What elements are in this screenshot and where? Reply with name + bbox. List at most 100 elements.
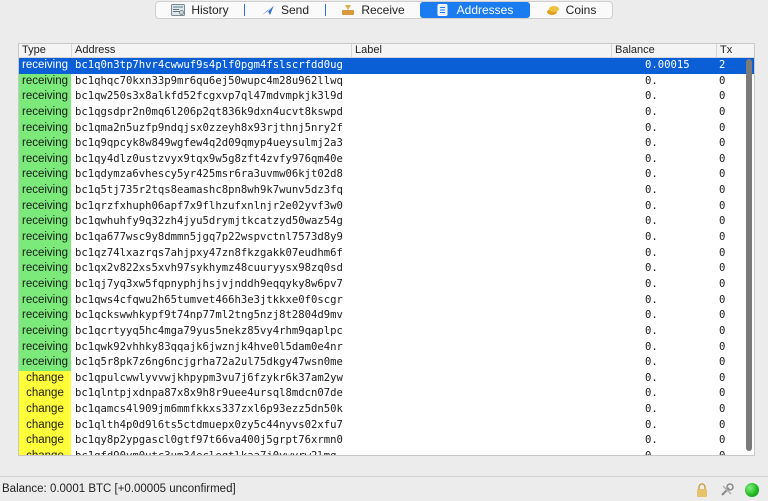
row-label [355, 136, 605, 152]
row-balance: 0. [645, 137, 658, 150]
row-tx-count: 0 [719, 184, 726, 197]
table-row[interactable]: receiving bc1q5r8pk7z6ng6ncjgrha72a2ul75d… [19, 355, 754, 371]
row-tx-count: 0 [719, 434, 726, 447]
row-label [355, 293, 605, 309]
row-address: bc1q5r8pk7z6ng6ncjgrha72a2ul75dkgy47wsn0… [75, 356, 343, 369]
table-row[interactable]: receiving bc1qws4cfqwu2h65tumvet466h3e3jt… [19, 292, 754, 309]
row-label [355, 308, 605, 324]
table-row[interactable]: receiving bc1qdymza6vhescy5yr425msr6ra3uv… [19, 167, 754, 184]
tab-history-label: History [191, 3, 229, 17]
table-row[interactable]: receiving bc1q9qpcyk8w849wgfew4q2d09qmyp4… [19, 136, 754, 152]
column-header-type[interactable]: Type [19, 44, 71, 57]
vertical-scrollbar[interactable] [746, 59, 752, 451]
table-row[interactable]: change bc1qfd90ym0utc3um34ecleqtlkaa7j0yw… [19, 449, 754, 455]
table-body: receiving bc1q0n3tp7hvr4cwwuf9s4plf0pgm4f… [19, 58, 754, 455]
row-label [355, 230, 605, 246]
row-type: change [19, 370, 71, 387]
table-row[interactable]: change bc1qy8p2ypgascl0gtf97t66va400j5grp… [19, 433, 754, 450]
row-label [355, 371, 605, 387]
row-type: receiving [21, 59, 69, 71]
tab-addresses-label: Addresses [456, 3, 514, 17]
table-row[interactable]: receiving bc1qz74lxazrqs7ahjpxy47zn8fkzga… [19, 245, 754, 262]
addresses-table[interactable]: Type Address Label Balance Tx receiving b… [18, 43, 755, 456]
row-label [355, 89, 605, 105]
row-address: bc1qma2n5uzfp9ndqjsx0zzeyh8x93rjthnj5nry… [75, 121, 343, 134]
table-row[interactable]: receiving bc1qj7yq3xw5fqpnyphjhsjvjnddh9e… [19, 276, 754, 293]
table-row[interactable]: receiving bc1qa677wsc9y8dmmn5jgq7p22wspvc… [19, 230, 754, 246]
table-row[interactable]: receiving bc1qw250s3x8alkfd52fcgxvp7ql47m… [19, 89, 754, 105]
row-address: bc1qlntpjxdnpa87x8x9h8r9uee4ursql8mdcn07… [75, 387, 343, 400]
row-balance: 0. [645, 121, 658, 134]
row-balance: 0. [645, 231, 658, 244]
row-label [355, 449, 605, 455]
table-row[interactable]: receiving bc1qx2v822xs5xvh97sykhymz48cuur… [19, 261, 754, 277]
row-balance: 0. [645, 418, 658, 431]
row-address: bc1qw250s3x8alkfd52fcgxvp7ql47mdvmpkjk3l… [75, 90, 343, 103]
row-type: receiving [19, 261, 71, 277]
tab-send[interactable]: Send [245, 2, 325, 18]
row-address: bc1qws4cfqwu2h65tumvet466h3e3jtkkxe0f0sc… [75, 293, 343, 306]
row-label [355, 121, 605, 137]
table-row[interactable]: change bc1qamcs4l909jm6mmfkkxs337zxl6p93e… [19, 402, 754, 418]
row-tx-count: 0 [719, 262, 726, 275]
row-balance: 0. [645, 403, 658, 416]
row-type: receiving [19, 230, 71, 246]
row-tx-count: 0 [719, 387, 726, 400]
row-type: receiving [19, 183, 71, 199]
balance-status: Balance: 0.0001 BTC [+0.00005 unconfirme… [2, 483, 236, 495]
row-balance: 0. [645, 324, 658, 337]
row-type: receiving [19, 308, 71, 324]
table-row[interactable]: change bc1qlntpjxdnpa87x8x9h8r9uee4ursql8… [19, 386, 754, 403]
row-tx-count: 0 [719, 277, 726, 290]
table-row[interactable]: receiving bc1qgsdpr2n0mq6l206p2qt836k9dxn… [19, 104, 754, 121]
tab-receive[interactable]: Receive [326, 2, 420, 18]
table-row[interactable]: receiving bc1q0n3tp7hvr4cwwuf9s4plf0pgm4f… [19, 58, 754, 74]
table-row[interactable]: change bc1qlth4p0d9l6ts5ctdmuepx0zy5c44ny… [19, 417, 754, 434]
table-row[interactable]: receiving bc1qckswwhkypf9t74np77ml2tng5nz… [19, 308, 754, 324]
row-label [355, 402, 605, 418]
row-balance: 0. [645, 184, 658, 197]
lock-icon[interactable] [696, 483, 708, 497]
row-balance: 0. [645, 246, 658, 259]
row-tx-count: 0 [719, 168, 726, 181]
table-row[interactable]: receiving bc1q5tj735r2tqs8eamashc8pn8wh9k… [19, 183, 754, 199]
table-row[interactable]: receiving bc1qy4dlz0ustzvyx9tqx9w5g8zft4z… [19, 151, 754, 168]
row-label [355, 167, 605, 183]
column-header-label[interactable]: Label [351, 44, 611, 57]
row-label [355, 183, 605, 199]
network-status-icon[interactable] [745, 483, 759, 497]
column-header-balance[interactable]: Balance [611, 44, 716, 57]
tab-history[interactable]: History [156, 2, 244, 18]
table-row[interactable]: receiving bc1qcrtyyq5hc4mga79yus5nekz85vy… [19, 323, 754, 340]
table-row[interactable]: receiving bc1qhqc70kxn33p9mr6qu6ej50wupc4… [19, 73, 754, 90]
preferences-icon[interactable] [720, 483, 734, 497]
row-type: change [19, 449, 71, 455]
row-balance: 0. [645, 371, 658, 384]
row-balance: 0. [645, 277, 658, 290]
row-tx-count: 0 [719, 418, 726, 431]
row-balance: 0. [645, 434, 658, 447]
row-tx-count: 0 [719, 90, 726, 103]
row-type: receiving [19, 120, 71, 137]
tab-coins[interactable]: Coins [530, 2, 612, 18]
row-balance: 0. [645, 340, 658, 353]
table-row[interactable]: receiving bc1qwhuhfy9q32zh4jyu5drymjtkcat… [19, 214, 754, 231]
row-address: bc1qy8p2ypgascl0gtf97t66va400j5grpt76xrm… [75, 434, 343, 447]
row-tx-count: 0 [719, 105, 726, 118]
row-tx-count: 0 [719, 340, 726, 353]
table-row[interactable]: receiving bc1qma2n5uzfp9ndqjsx0zzeyh8x93r… [19, 120, 754, 137]
row-balance: 0. [645, 168, 658, 181]
tab-addresses[interactable]: Addresses [420, 2, 530, 18]
row-label [355, 355, 605, 371]
row-label [355, 214, 605, 230]
column-header-tx[interactable]: Tx [716, 44, 754, 57]
column-header-address[interactable]: Address [71, 44, 351, 57]
table-row[interactable]: receiving bc1qrzfxhuph06apf7x9flhzufxnlnj… [19, 198, 754, 215]
table-row[interactable]: receiving bc1qwk92vhhky83qqajk6jwznjk4hve… [19, 339, 754, 356]
row-tx-count: 0 [719, 324, 726, 337]
row-label [355, 261, 605, 277]
row-tx-count: 0 [719, 231, 726, 244]
row-address: bc1qckswwhkypf9t74np77ml2tng5nzj8t2804d9… [75, 309, 343, 322]
row-balance: 0. [645, 262, 658, 275]
table-row[interactable]: change bc1qpulcwwlyvvwjkhpypm3vu7j6fzykr6… [19, 370, 754, 387]
